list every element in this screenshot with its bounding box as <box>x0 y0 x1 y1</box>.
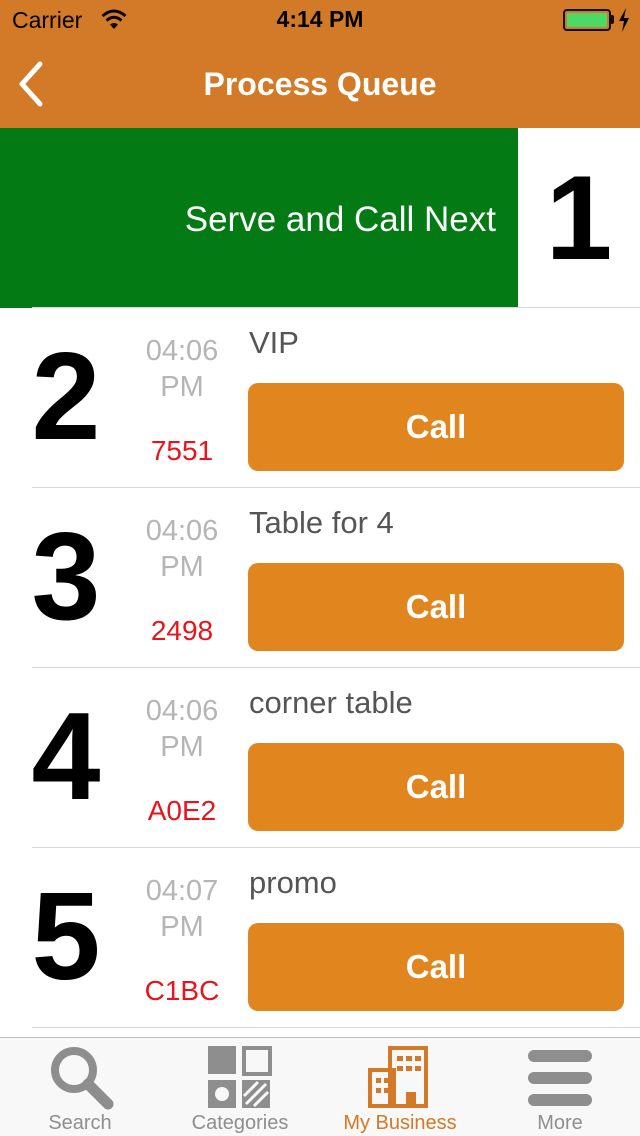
queue-time-ampm: PM <box>160 911 204 943</box>
queue-time: 04:06 PM <box>132 513 232 585</box>
page-title: Process Queue <box>203 66 437 102</box>
call-button[interactable]: Call <box>248 743 624 831</box>
menu-icon <box>528 1050 592 1106</box>
queue-note: VIP <box>249 325 299 360</box>
queue-row: 2 04:06 PM 7551 VIP Call <box>0 307 640 487</box>
clock-label: 4:14 PM <box>276 6 364 32</box>
queue-code: A0E2 <box>147 795 217 826</box>
queue-row: 3 04:06 PM 2498 Table for 4 Call <box>0 487 640 667</box>
queue-note: promo <box>249 865 337 900</box>
tab-search[interactable]: Search <box>0 1038 160 1136</box>
tab-categories[interactable]: Categories <box>160 1038 320 1136</box>
tab-label: My Business <box>343 1112 457 1134</box>
queue-number: 2 <box>31 328 101 466</box>
building-icon <box>368 1046 428 1108</box>
tab-my-business[interactable]: My Business <box>320 1038 480 1136</box>
queue-row: 4 04:06 PM A0E2 corner table Call <box>0 667 640 847</box>
queue-code: C1BC <box>144 975 220 1006</box>
queue-row: 5 04:07 PM C1BC promo Call <box>0 847 640 1027</box>
current-number: 1 <box>545 151 613 285</box>
row-divider <box>32 487 640 488</box>
serve-row: Serve and Call Next 1 <box>0 128 640 308</box>
queue-time-clock: 04:07 <box>145 875 219 907</box>
tab-label: More <box>537 1112 583 1134</box>
queue-code: 2498 <box>150 615 214 646</box>
queue-code: 7551 <box>150 435 214 466</box>
queue-number: 4 <box>31 688 101 826</box>
categories-icon <box>208 1046 272 1108</box>
tab-label: Search <box>48 1112 112 1134</box>
queue-time-clock: 04:06 <box>145 515 219 547</box>
queue-time-ampm: PM <box>160 551 204 583</box>
navigation-bar: Carrier 4:14 PM Process Queue <box>0 0 640 128</box>
call-button[interactable]: Call <box>248 923 624 1011</box>
queue-time: 04:07 PM <box>132 873 232 945</box>
search-icon <box>51 1047 114 1110</box>
queue-time-ampm: PM <box>160 731 204 763</box>
charging-bolt-icon <box>618 8 630 37</box>
call-button[interactable]: Call <box>248 563 624 651</box>
status-bar: Carrier 4:14 PM <box>0 0 640 40</box>
queue-row-partial <box>0 1027 640 1037</box>
queue-time-clock: 04:06 <box>145 695 219 727</box>
queue-time-ampm: PM <box>160 371 204 403</box>
row-divider <box>32 307 640 308</box>
battery-icon <box>563 9 611 31</box>
queue-note: corner table <box>249 685 413 720</box>
battery-tip <box>611 15 614 24</box>
tab-more[interactable]: More <box>480 1038 640 1136</box>
row-divider <box>32 667 640 668</box>
call-button[interactable]: Call <box>248 383 624 471</box>
queue-time: 04:06 PM <box>132 333 232 405</box>
tab-bar: Search Categories My Business More <box>0 1037 640 1136</box>
serve-and-call-next-button[interactable]: Serve and Call Next <box>0 128 518 308</box>
row-divider <box>32 1027 640 1028</box>
queue-number: 5 <box>31 868 101 1006</box>
tab-label: Categories <box>191 1112 289 1134</box>
queue-number: 3 <box>31 508 101 646</box>
row-divider <box>32 847 640 848</box>
queue-time: 04:06 PM <box>132 693 232 765</box>
queue-note: Table for 4 <box>249 505 394 540</box>
queue-time-clock: 04:06 <box>145 335 219 367</box>
serve-button-label: Serve and Call Next <box>184 200 496 239</box>
